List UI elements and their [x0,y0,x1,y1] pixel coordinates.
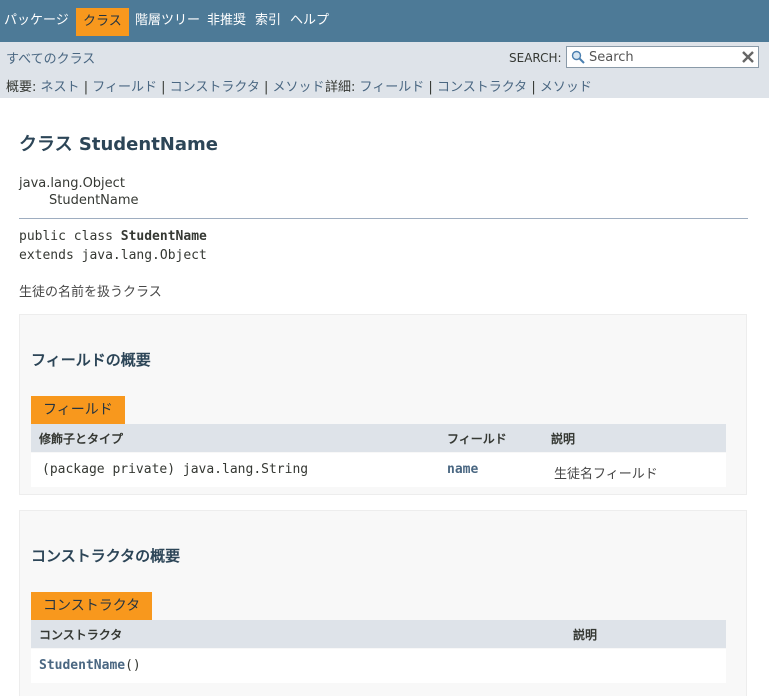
clear-search-icon[interactable] [741,50,755,64]
summary-constructor-link[interactable]: コンストラクタ [170,80,260,95]
tab-constructors: コンストラクタ [31,592,153,620]
summary-field-link[interactable]: フィールド [92,80,157,95]
inheritance-parent: java.lang.Object [19,176,125,191]
search-label: SEARCH: [509,51,562,65]
detail-field-link[interactable]: フィールド [360,80,425,95]
nav-help[interactable]: ヘルプ [290,11,329,31]
nav-package[interactable]: パッケージ [4,11,69,31]
signature-class-name: StudentName [120,229,207,244]
page-title: クラス StudentName [19,134,218,155]
summary-label: 概要: [6,80,37,95]
column-header-description: 説明 [573,628,598,642]
summary-nav: 概要: ネスト | フィールド | コンストラクタ | メソッド [6,76,325,95]
detail-label: 詳細: [325,80,356,95]
field-table-header: 修飾子とタイプ フィールド 説明 [31,424,726,452]
constructor-signature: StudentName() [39,658,141,673]
field-summary-panel: フィールドの概要 フィールド 修飾子とタイプ フィールド 説明 (package… [19,314,747,495]
detail-constructor-link[interactable]: コンストラクタ [437,80,527,95]
constructor-name-link[interactable]: StudentName [39,658,125,673]
column-header-description: 説明 [551,432,576,446]
search-box [566,46,759,68]
top-nav-bar: パッケージ クラス 階層ツリー 非推奨 索引 ヘルプ [0,0,769,42]
signature-modifiers: public class [19,229,121,244]
search-input[interactable] [589,48,734,66]
constructor-summary-panel: コンストラクタの概要 コンストラクタ コンストラクタ 説明 StudentNam… [19,510,747,696]
table-row: (package private) java.lang.String name … [31,453,726,487]
field-modifier-type: (package private) java.lang.String [42,462,309,477]
detail-nav: 詳細: フィールド | コンストラクタ | メソッド [325,76,592,95]
class-description: 生徒の名前を扱うクラス [19,285,162,300]
detail-method-link[interactable]: メソッド [540,80,592,95]
column-header-modifier-type: 修飾子とタイプ [39,432,124,446]
class-signature: public class StudentName [19,229,207,244]
inheritance-class: StudentName [49,193,139,208]
all-classes-link[interactable]: すべてのクラス [6,48,95,67]
nav-class: クラス [76,8,129,36]
signature-extends: extends java.lang.Object [19,248,207,263]
constructor-summary-heading: コンストラクタの概要 [31,547,181,565]
field-summary-heading: フィールドの概要 [31,351,151,369]
search-icon [571,50,585,64]
separator: | [83,80,89,95]
constructor-params: () [125,658,141,673]
field-name-link[interactable]: name [447,462,478,477]
constructor-table-header: コンストラクタ 説明 [31,620,726,648]
table-row: StudentName() [31,649,726,683]
separator: | [161,80,166,95]
column-header-constructor: コンストラクタ [39,628,123,642]
field-description: 生徒名フィールド [554,467,658,482]
separator: | [531,80,536,95]
separator: | [264,80,269,95]
separator: | [428,80,433,95]
summary-method-link[interactable]: メソッド [273,80,325,95]
tab-fields: フィールド [31,396,125,424]
nav-deprecated[interactable]: 非推奨 [207,11,246,31]
divider [19,218,748,219]
summary-nested-link[interactable]: ネスト [41,80,80,95]
column-header-field: フィールド [447,432,507,446]
nav-tree[interactable]: 階層ツリー [135,11,200,31]
nav-index[interactable]: 索引 [255,11,281,31]
